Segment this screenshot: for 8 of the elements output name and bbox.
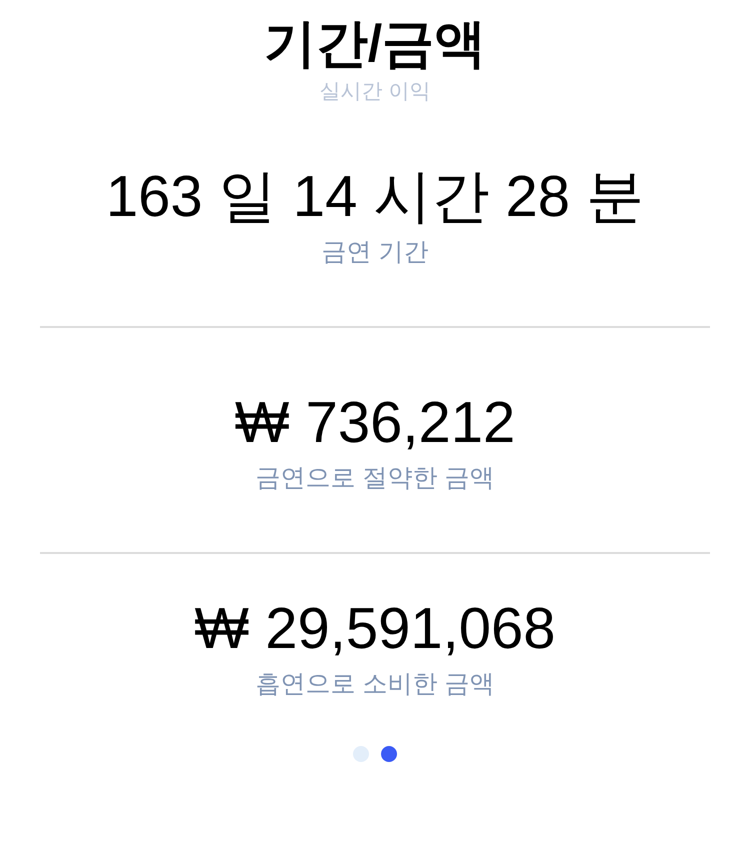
stat-value: 163 일 14 시간 28 분 xyxy=(106,164,644,230)
page-subtitle: 실시간 이익 xyxy=(320,79,430,105)
stat-label: 금연으로 절약한 금액 xyxy=(256,463,494,494)
page-title: 기간/금액 xyxy=(264,14,486,75)
stat-label: 금연 기간 xyxy=(322,237,428,268)
stat-label: 흡연으로 소비한 금액 xyxy=(256,669,494,700)
stat-value: ₩ 736,212 xyxy=(234,390,516,456)
stat-value: ₩ 29,591,068 xyxy=(194,596,556,662)
